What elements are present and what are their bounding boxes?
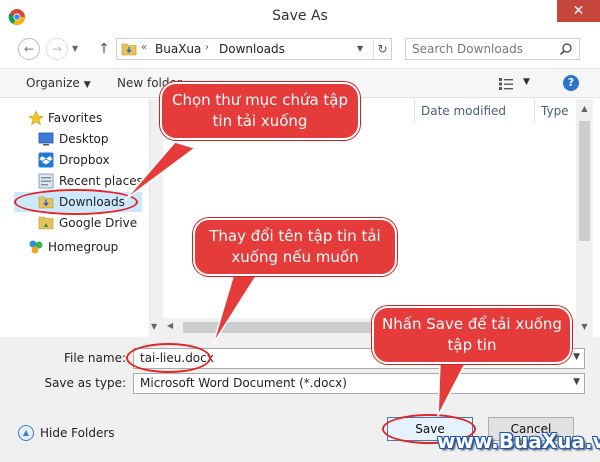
- scroll-down-icon[interactable]: ▼: [576, 319, 593, 335]
- file-name-dropdown-icon[interactable]: ▼: [573, 352, 580, 362]
- back-button[interactable]: ←: [18, 38, 40, 60]
- search-input[interactable]: Search Downloads: [405, 38, 580, 60]
- recent-places-icon: [38, 173, 54, 189]
- save-as-type-select[interactable]: Microsoft Word Document (*.docx) ▼: [133, 373, 585, 394]
- sidebar-item-label: Dropbox: [59, 153, 110, 167]
- sidebar-item-label: Favorites: [48, 111, 103, 125]
- desktop-icon: [38, 132, 54, 146]
- folder-icon: [121, 43, 137, 56]
- view-caret-icon[interactable]: ▼: [523, 77, 530, 87]
- callout-save-arrow: [437, 361, 468, 417]
- callout-choose-folder: Chọn thư mục chứa tập tin tải xuống: [160, 82, 360, 140]
- sidebar-item-dropbox[interactable]: Dropbox: [0, 150, 140, 170]
- title-bar: Save As ✕: [0, 0, 600, 34]
- refresh-icon[interactable]: ↻: [373, 40, 391, 58]
- navigation-pane: Favorites Desktop Dropbox Recent places: [0, 99, 150, 337]
- scroll-up-icon[interactable]: ▲: [576, 101, 593, 117]
- watermark: www.BuaXua.vn: [437, 429, 600, 453]
- address-crumb-buaxua[interactable]: BuaXua: [155, 42, 201, 56]
- help-icon[interactable]: ?: [563, 75, 579, 91]
- window-title: Save As: [272, 8, 328, 24]
- scroll-left-icon[interactable]: ◀: [167, 321, 173, 330]
- save-as-dialog: Save As ✕ ← → ▼ ↑ « BuaXua › Downloads ▼…: [0, 0, 600, 462]
- nav-scroll-down-icon[interactable]: ▼: [151, 322, 157, 331]
- file-list-vertical-scrollbar[interactable]: ▲ ▼: [576, 99, 593, 337]
- dropbox-icon: [38, 152, 54, 168]
- address-overflow-icon[interactable]: «: [141, 42, 147, 53]
- search-icon[interactable]: [559, 42, 573, 56]
- save-as-type-dropdown-icon[interactable]: ▼: [573, 377, 580, 387]
- organize-caret-icon: ▼: [83, 80, 91, 90]
- chevron-up-icon: ▲: [18, 425, 34, 441]
- callout-filename-arrow: [212, 269, 262, 345]
- star-icon: [28, 110, 44, 126]
- sidebar-item-recent-places[interactable]: Recent places: [0, 171, 143, 191]
- address-bar[interactable]: « BuaXua › Downloads ▼ ↻: [116, 38, 392, 60]
- sidebar-item-favorites[interactable]: Favorites: [0, 108, 140, 128]
- address-chevron-icon[interactable]: ›: [205, 42, 209, 53]
- recent-locations-caret-icon[interactable]: ▼: [72, 44, 78, 53]
- sidebar-item-label: Desktop: [59, 132, 109, 146]
- search-placeholder: Search Downloads: [412, 42, 523, 56]
- forward-button[interactable]: →: [46, 38, 68, 60]
- organize-label: Organize: [26, 76, 80, 90]
- organize-menu[interactable]: Organize ▼: [26, 76, 91, 90]
- sidebar-item-desktop[interactable]: Desktop: [0, 129, 140, 149]
- close-button[interactable]: ✕: [557, 0, 600, 22]
- file-name-label: File name:: [64, 351, 126, 365]
- address-dropdown-icon[interactable]: ▼: [357, 44, 363, 53]
- filename-highlight-ring: [126, 343, 211, 373]
- address-crumb-downloads[interactable]: Downloads: [219, 42, 285, 56]
- homegroup-icon: [29, 240, 43, 254]
- save-as-type-label: Save as type:: [44, 376, 126, 390]
- google-drive-icon: [38, 216, 54, 230]
- view-options-icon[interactable]: [498, 77, 514, 91]
- callout-folder-arrow: [124, 141, 197, 201]
- hide-folders-label: Hide Folders: [40, 426, 115, 440]
- sidebar-item-homegroup[interactable]: Homegroup: [0, 237, 140, 257]
- save-as-type-value: Microsoft Word Document (*.docx): [140, 376, 347, 390]
- column-date-modified[interactable]: Date modified: [414, 99, 534, 123]
- up-button[interactable]: ↑: [96, 38, 112, 60]
- sidebar-item-label: Homegroup: [48, 240, 119, 254]
- scroll-thumb[interactable]: [579, 121, 590, 241]
- navigation-bar: ← → ▼ ↑ « BuaXua › Downloads ▼ ↻ Search …: [0, 34, 600, 64]
- callout-press-save: Nhấn Save để tải xuống tập tin: [372, 306, 572, 364]
- navigation-pane-scrollbar[interactable]: [149, 99, 163, 337]
- sidebar-item-label: Google Drive: [59, 216, 138, 230]
- sidebar-item-google-drive[interactable]: Google Drive: [0, 213, 140, 233]
- callout-rename-file: Thay đổi tên tập tin tải xuống nếu muốn: [193, 218, 397, 276]
